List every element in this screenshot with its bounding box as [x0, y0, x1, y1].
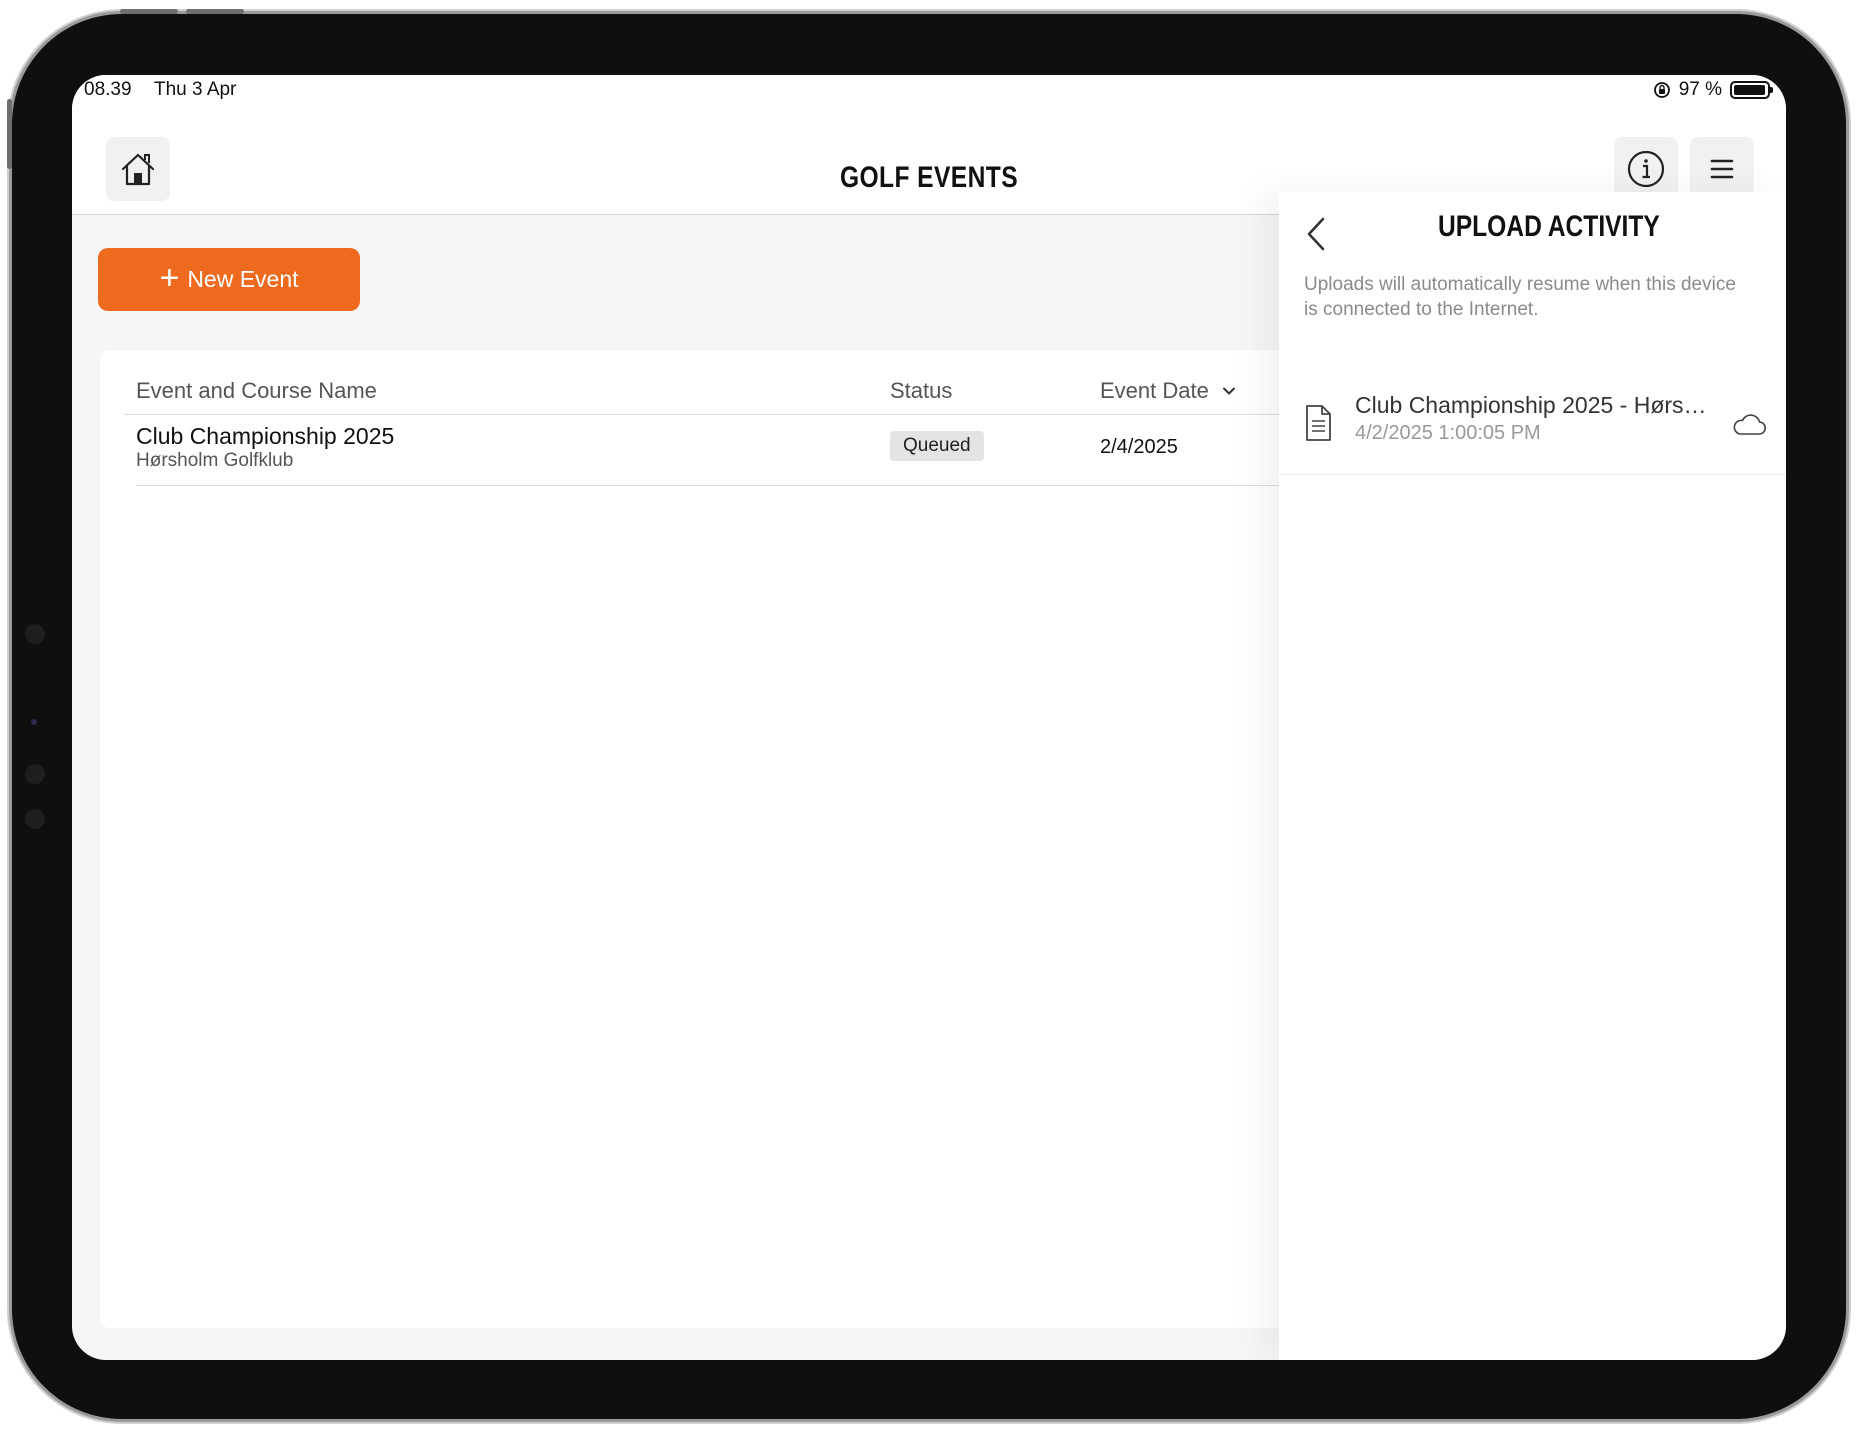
home-button[interactable] — [106, 137, 170, 201]
document-icon — [1306, 405, 1331, 441]
status-badge: Queued — [890, 431, 984, 461]
new-event-button[interactable]: + New Event — [98, 248, 360, 311]
row-divider — [136, 485, 1350, 486]
info-icon — [1627, 150, 1665, 188]
battery-fill — [1734, 85, 1766, 95]
events-table: Event and Course Name Status Event Date … — [100, 350, 1350, 1328]
page-title: GOLF EVENTS — [839, 161, 1019, 194]
home-icon — [121, 153, 155, 186]
camera-dot — [25, 764, 45, 784]
column-header-status[interactable]: Status — [890, 378, 952, 404]
upload-item-title: Club Championship 2025 - Hørsholm Golfkl… — [1355, 392, 1710, 418]
camera-dot — [25, 624, 45, 644]
plus-icon: + — [159, 258, 180, 297]
status-date: Thu 3 Apr — [154, 79, 237, 100]
new-event-label: New Event — [187, 266, 299, 292]
column-header-date[interactable]: Event Date — [1100, 378, 1237, 404]
status-right: 97 % — [1653, 79, 1773, 101]
orientation-lock-icon — [1653, 82, 1670, 98]
cloud-icon — [1733, 414, 1767, 435]
camera-dot — [25, 809, 45, 829]
column-header-date-label: Event Date — [1100, 378, 1209, 403]
hamburger-menu-icon — [1710, 159, 1734, 179]
battery-percent: 97 % — [1678, 79, 1722, 100]
course-name: Hørsholm Golfklub — [136, 450, 294, 471]
upload-item-timestamp: 4/2/2025 1:00:05 PM — [1355, 422, 1541, 444]
event-name: Club Championship 2025 — [136, 423, 395, 449]
panel-title: UPLOAD ACTIVITY — [1437, 210, 1660, 243]
chevron-down-icon — [1222, 387, 1235, 395]
event-date: 2/4/2025 — [1100, 436, 1178, 458]
top-button-2 — [186, 9, 244, 14]
app-screen: 08.39 Thu 3 Apr 97 % GOLF EVENTS + New E… — [72, 75, 1786, 1360]
column-header-name[interactable]: Event and Course Name — [136, 378, 377, 404]
status-bar: 08.39 Thu 3 Apr 97 % — [72, 75, 1786, 105]
top-button-1 — [120, 9, 178, 14]
status-time: 08.39 — [84, 79, 132, 100]
upload-activity-panel: UPLOAD ACTIVITY Uploads will automatical… — [1279, 192, 1786, 1360]
battery-icon — [1730, 81, 1773, 99]
offline-message: Uploads will automatically resume when t… — [1304, 274, 1736, 320]
header-divider — [124, 414, 1350, 415]
upload-item[interactable]: Club Championship 2025 - Hørsholm Golfkl… — [1279, 392, 1786, 475]
side-button — [7, 99, 12, 169]
camera-sensor — [31, 719, 37, 725]
